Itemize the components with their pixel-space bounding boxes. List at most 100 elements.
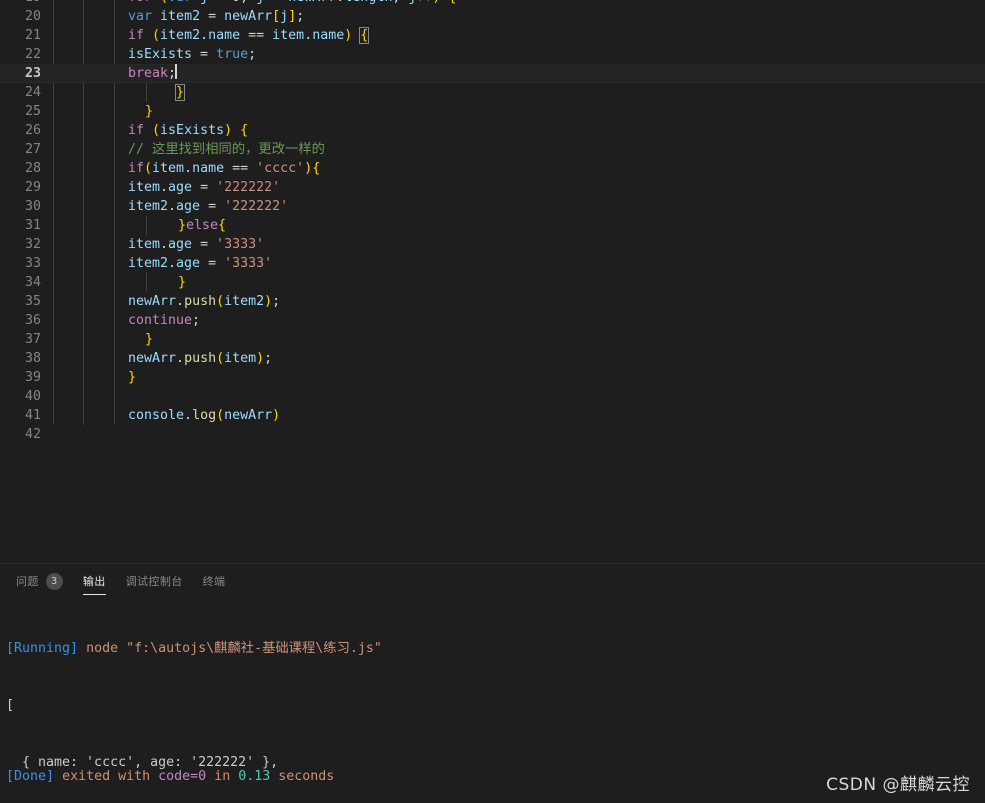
code-line[interactable]: 32 item.age = '3333' [0,235,985,254]
code-line[interactable]: 22 isExists = true; [0,45,985,64]
line-content: } [128,368,136,387]
line-number: 22 [0,45,41,64]
line-comment: // 这里找到相同的，更改一样的 [128,140,325,159]
code-line[interactable]: 41 console.log(newArr) [0,406,985,425]
line-number: 34 [0,273,41,292]
running-tag: [Running] [6,641,78,656]
line-number: 23 [0,64,41,83]
code-line[interactable]: 20 var item2 = newArr[j]; [0,7,985,26]
line-content: }else{ [178,216,226,235]
code-line[interactable]: 27 // 这里找到相同的，更改一样的 [0,140,985,159]
line-content: newArr.push(item); [128,349,272,368]
line-number: 21 [0,26,41,45]
code-line[interactable]: 30 item2.age = '222222' [0,197,985,216]
indent-guide [146,216,147,235]
code-line[interactable]: 31 }else{ [0,216,985,235]
line-number: 42 [0,425,41,444]
output-running-line: [Running] node "f:\autojs\麒麟社-基础课程\练习.js… [6,639,985,658]
csdn-watermark: CSDN @麒麟云控 [826,770,970,795]
line-number: 26 [0,121,41,140]
line-content: } [145,330,153,349]
code-line[interactable]: 25 } [0,102,985,121]
tab-debug-console[interactable]: 调试控制台 [116,564,193,599]
tab-problems[interactable]: 问题 3 [6,564,73,599]
line-number: 27 [0,140,41,159]
done-text-3: seconds [270,769,334,784]
done-code: code=0 [158,769,206,784]
line-number: 31 [0,216,41,235]
line-content: item2.age = '222222' [128,197,288,216]
line-content: continue; [128,311,200,330]
output-done-line: [Done] exited with code=0 in 0.13 second… [6,767,334,786]
code-line[interactable]: 33 item2.age = '3333' [0,254,985,273]
line-number: 39 [0,368,41,387]
line-content: item.age = '222222' [128,178,280,197]
bottom-panel: 问题 3 输出 调试控制台 终端 [Running] node "f:\auto… [0,564,985,803]
line-number: 38 [0,349,41,368]
line-content: for (var j = 0; j < newArr.length; j++) … [128,0,456,7]
line-number: 35 [0,292,41,311]
code-line[interactable]: 35 newArr.push(item2); [0,292,985,311]
text-cursor [175,64,177,79]
code-line[interactable]: 36 continue; [0,311,985,330]
done-tag: [Done] [6,769,54,784]
indent-guide [146,83,147,102]
tab-debug-console-label: 调试控制台 [126,564,183,599]
indent-guide [146,273,147,292]
line-content: item2.age = '3333' [128,254,272,273]
line-number: 30 [0,197,41,216]
code-line[interactable]: 39 } [0,368,985,387]
problems-count-badge: 3 [46,573,63,590]
output-bracket-open: [ [6,696,985,715]
code-line[interactable]: 28 if(item.name == 'cccc'){ [0,159,985,178]
code-line[interactable]: 21 if (item2.name == item.name) { [0,26,985,45]
code-line-current[interactable]: 23 break; [0,64,985,83]
running-command: node [86,641,118,656]
done-text-1: exited with [62,769,158,784]
line-content: console.log(newArr) [128,406,280,425]
code-line[interactable]: 24 } [0,83,985,102]
code-line[interactable]: 42 [0,425,985,444]
line-number: 28 [0,159,41,178]
line-content: isExists = true; [128,45,256,64]
line-content: } [176,83,184,102]
running-path: "f:\autojs\麒麟社-基础课程\练习.js" [126,641,382,656]
tab-output[interactable]: 输出 [73,564,116,599]
line-number: 29 [0,178,41,197]
code-line[interactable]: 34 } [0,273,985,292]
line-number: 33 [0,254,41,273]
done-text-2: in [206,769,238,784]
code-line[interactable]: 19 for (var j = 0; j < newArr.length; j+… [0,0,985,7]
tab-problems-label: 问题 [16,564,39,599]
line-content: } [145,102,153,121]
line-number: 40 [0,387,41,406]
code-line[interactable]: 29 item.age = '222222' [0,178,985,197]
line-content: if (isExists) { [128,121,248,140]
line-content: if (item2.name == item.name) { [128,26,368,45]
line-number: 20 [0,7,41,26]
line-content: var item2 = newArr[j]; [128,7,304,26]
line-content: } [178,273,186,292]
line-number: 25 [0,102,41,121]
vscode-window: 19 for (var j = 0; j < newArr.length; j+… [0,0,985,803]
code-line[interactable]: 40 [0,387,985,406]
line-number: 36 [0,311,41,330]
line-number: 32 [0,235,41,254]
line-content: break; [128,64,177,83]
line-content: newArr.push(item2); [128,292,280,311]
code-line[interactable]: 38 newArr.push(item); [0,349,985,368]
line-number: 37 [0,330,41,349]
tab-terminal[interactable]: 终端 [193,564,236,599]
tab-output-label: 输出 [83,564,106,599]
done-duration: 0.13 [238,769,270,784]
tab-terminal-label: 终端 [203,564,226,599]
line-content: item.age = '3333' [128,235,264,254]
line-content: if(item.name == 'cccc'){ [128,159,320,178]
code-editor[interactable]: 19 for (var j = 0; j < newArr.length; j+… [0,0,985,563]
line-number: 24 [0,83,41,102]
line-number: 19 [0,0,41,7]
code-line[interactable]: 37 } [0,330,985,349]
line-number: 41 [0,406,41,425]
code-line[interactable]: 26 if (isExists) { [0,121,985,140]
panel-tab-bar: 问题 3 输出 调试控制台 终端 [0,564,985,599]
